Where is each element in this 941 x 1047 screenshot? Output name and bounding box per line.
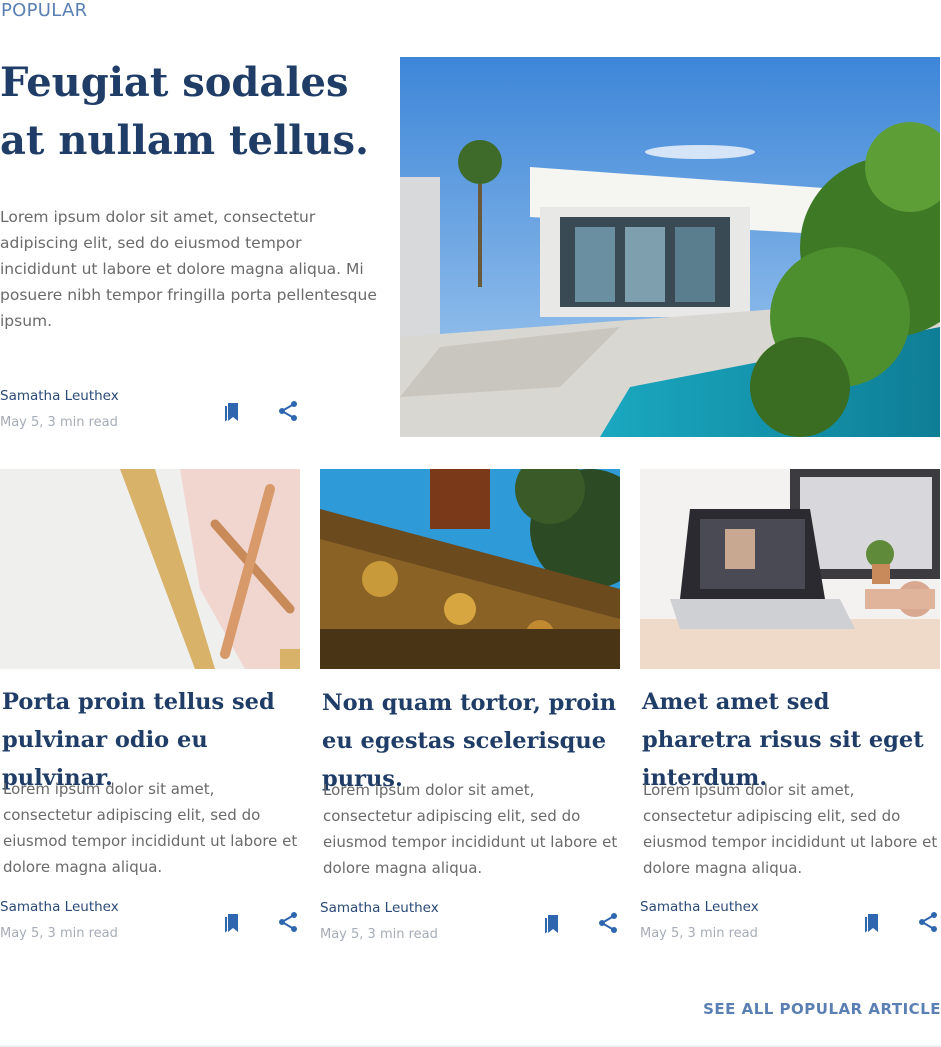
post-date: May 5, 3 min read: [640, 926, 758, 941]
share-icon[interactable]: [276, 399, 300, 423]
card-meta: Samatha Leuthex May 5, 3 min read: [320, 899, 439, 944]
featured-excerpt: Lorem ipsum dolor sit amet, consectetur …: [0, 208, 377, 330]
featured-title[interactable]: Feugiat sodales at nullam tellus.: [0, 54, 380, 170]
featured-meta: Samatha Leuthex May 5, 3 min read: [0, 387, 119, 432]
share-icon[interactable]: [916, 910, 940, 934]
author-name[interactable]: Samatha Leuthex: [0, 387, 119, 405]
card-image[interactable]: [320, 469, 620, 669]
author-name[interactable]: Samatha Leuthex: [320, 899, 439, 917]
post-date: May 5, 3 min read: [0, 415, 118, 430]
card-excerpt: Lorem ipsum dolor sit amet, consectetur …: [643, 781, 938, 877]
card-image[interactable]: [0, 469, 300, 669]
bookmark-icon[interactable]: [220, 399, 244, 423]
share-icon[interactable]: [276, 910, 300, 934]
bookmark-icon[interactable]: [540, 911, 564, 935]
post-date: May 5, 3 min read: [0, 926, 118, 941]
share-icon[interactable]: [596, 911, 620, 935]
post-date: May 5, 3 min read: [320, 927, 438, 942]
card-meta: Samatha Leuthex May 5, 3 min read: [640, 898, 759, 943]
author-name[interactable]: Samatha Leuthex: [0, 898, 119, 916]
card-image[interactable]: [640, 469, 940, 669]
author-name[interactable]: Samatha Leuthex: [640, 898, 759, 916]
section-label: POPULAR: [1, 0, 88, 21]
featured-image[interactable]: [400, 57, 940, 437]
card-excerpt: Lorem ipsum dolor sit amet, consectetur …: [323, 781, 618, 877]
card-excerpt: Lorem ipsum dolor sit amet, consectetur …: [3, 780, 298, 876]
bookmark-icon[interactable]: [860, 910, 884, 934]
bookmark-icon[interactable]: [220, 910, 244, 934]
card-meta: Samatha Leuthex May 5, 3 min read: [0, 898, 119, 943]
see-all-link[interactable]: SEE ALL POPULAR ARTICLE: [703, 1000, 941, 1018]
